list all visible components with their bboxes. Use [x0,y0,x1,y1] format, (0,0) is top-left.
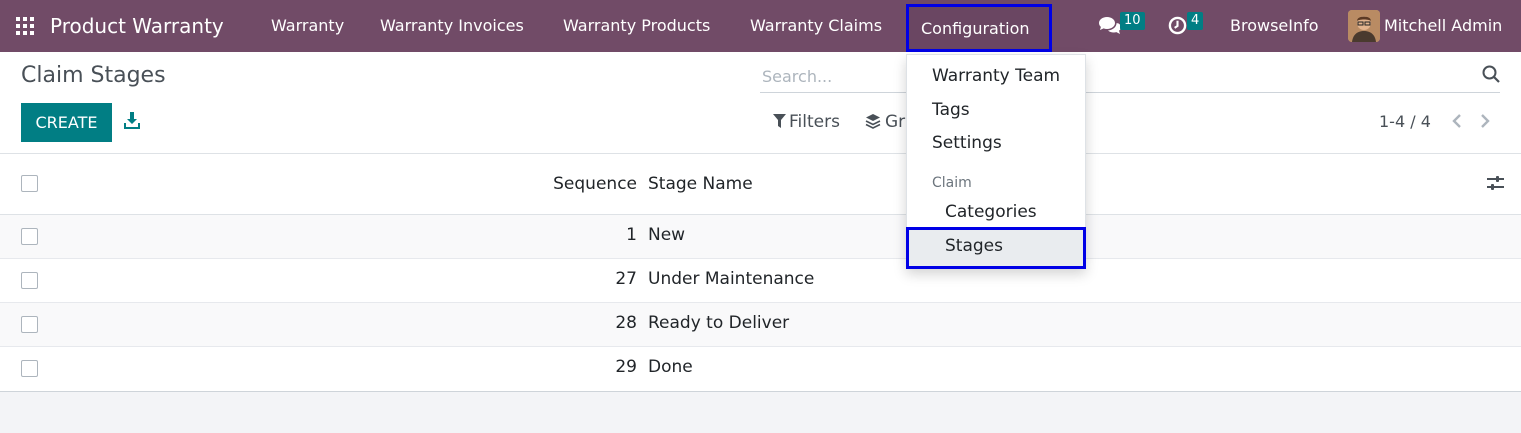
row-stage-name: Ready to Deliver [648,313,790,333]
user-menu[interactable]: Mitchell Admin [1384,0,1502,52]
menu-configuration[interactable]: Configuration [906,4,1052,52]
create-button[interactable]: CREATE [21,103,112,142]
row-stage-name: Done [648,357,693,377]
menu-warranty[interactable]: Warranty [271,0,344,52]
table-row[interactable]: 28 Ready to Deliver [0,303,1521,347]
list-view: Sequence Stage Name 1 New 27 Under Maint… [0,154,1521,392]
app-brand[interactable]: Product Warranty [50,0,224,52]
column-header-sequence[interactable]: Sequence [553,174,637,194]
dropdown-item-stages-label: Stages [945,236,1003,256]
menu-warranty-invoices[interactable]: Warranty Invoices [380,0,524,52]
row-sequence: 27 [615,269,637,289]
search-input[interactable] [762,64,1462,88]
filters-button[interactable]: Filters [773,112,840,132]
row-checkbox[interactable] [21,228,38,245]
row-sequence: 29 [615,357,637,377]
pager-value[interactable]: 1-4 / 4 [1379,112,1431,131]
layers-icon [865,114,881,129]
dropdown-section-claim: Claim [932,175,972,191]
dropdown-item-stages[interactable]: Stages [906,227,1086,269]
apps-menu-icon[interactable] [14,0,36,52]
dropdown-item-warranty-team[interactable]: Warranty Team [932,66,1060,86]
menu-warranty-claims[interactable]: Warranty Claims [750,0,882,52]
row-checkbox[interactable] [21,360,38,377]
groupby-label: Gr [885,112,906,132]
activities-clock-icon[interactable] [1168,0,1188,52]
list-header: Sequence Stage Name [0,154,1521,215]
row-sequence: 1 [626,225,637,245]
search-icon[interactable] [1482,65,1500,87]
pager-next-icon[interactable] [1479,113,1491,133]
select-all-checkbox[interactable] [21,175,38,192]
table-row[interactable]: 29 Done [0,347,1521,391]
menu-warranty-products[interactable]: Warranty Products [563,0,710,52]
dropdown-item-tags[interactable]: Tags [932,100,970,120]
row-checkbox[interactable] [21,272,38,289]
configuration-dropdown: Warranty Team Tags Settings Claim Catego… [906,54,1086,269]
download-icon[interactable] [124,112,140,130]
row-stage-name: Under Maintenance [648,269,815,289]
table-row[interactable]: 1 New [0,215,1521,259]
column-header-stage-name[interactable]: Stage Name [648,174,753,194]
dropdown-item-settings[interactable]: Settings [932,133,1002,153]
row-sequence: 28 [615,313,637,333]
optional-columns-icon[interactable] [1487,176,1504,195]
control-panel: Claim Stages CREATE Filters Gr 1-4 / 4 [0,52,1521,154]
user-avatar[interactable] [1348,10,1380,42]
pager-previous-icon[interactable] [1451,113,1463,133]
filter-icon [773,114,786,128]
filters-label: Filters [789,112,840,132]
row-checkbox[interactable] [21,316,38,333]
dropdown-item-categories[interactable]: Categories [945,202,1037,222]
row-stage-name: New [648,225,686,245]
activities-count-badge: 4 [1187,12,1204,30]
company-switcher[interactable]: BrowseInfo [1230,0,1319,52]
groupby-button[interactable]: Gr [865,112,905,132]
page-title: Claim Stages [21,63,166,88]
table-row[interactable]: 27 Under Maintenance [0,259,1521,303]
messages-count-badge: 10 [1120,12,1145,30]
top-navbar: Product Warranty Warranty Warranty Invoi… [0,0,1521,52]
search-bar [760,60,1500,93]
